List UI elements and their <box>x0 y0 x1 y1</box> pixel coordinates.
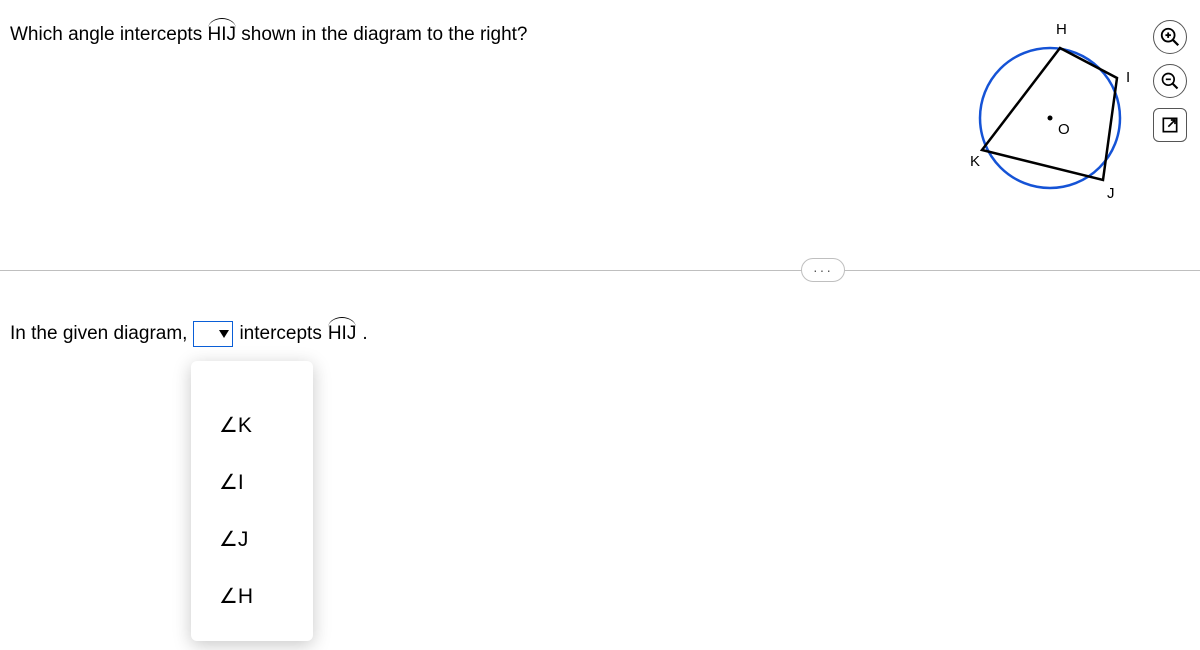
dropdown-menu: ∠K ∠I ∠J ∠H <box>191 361 313 641</box>
arc-hij-2: HIJ <box>328 323 357 345</box>
option-k[interactable]: ∠K <box>191 409 313 442</box>
zoom-in-icon <box>1159 26 1181 48</box>
diagram: O H I J K <box>970 20 1140 210</box>
divider-line <box>0 270 1200 271</box>
more-button[interactable]: ··· <box>801 258 845 282</box>
open-new-button[interactable] <box>1153 108 1187 142</box>
option-i[interactable]: ∠I <box>191 466 313 499</box>
arc-hij: HIJ <box>208 24 237 46</box>
label-j: J <box>1107 185 1115 202</box>
toolbar <box>1140 20 1190 142</box>
center-point <box>1048 116 1053 121</box>
answer-suffix: . <box>362 323 367 345</box>
divider-row: ··· <box>0 270 1200 271</box>
chevron-down-icon <box>219 330 229 338</box>
more-icon: ··· <box>813 262 833 278</box>
question-prefix: Which angle intercepts <box>10 24 208 45</box>
question-text: Which angle intercepts HIJ shown in the … <box>10 20 970 46</box>
answer-mid: intercepts <box>239 323 321 345</box>
question-suffix: shown in the diagram to the right? <box>236 24 528 45</box>
answer-prefix: In the given diagram, <box>10 323 187 345</box>
answer-row: In the given diagram, intercepts HIJ. ∠K… <box>0 321 1200 347</box>
option-j[interactable]: ∠J <box>191 523 313 556</box>
open-new-icon <box>1160 115 1180 135</box>
zoom-out-button[interactable] <box>1153 64 1187 98</box>
zoom-in-button[interactable] <box>1153 20 1187 54</box>
option-h[interactable]: ∠H <box>191 580 313 613</box>
zoom-out-icon <box>1160 71 1180 91</box>
answer-select[interactable] <box>193 321 233 347</box>
label-h: H <box>1056 21 1067 38</box>
label-o: O <box>1058 121 1070 138</box>
label-k: K <box>970 153 980 170</box>
label-i: I <box>1126 69 1130 86</box>
